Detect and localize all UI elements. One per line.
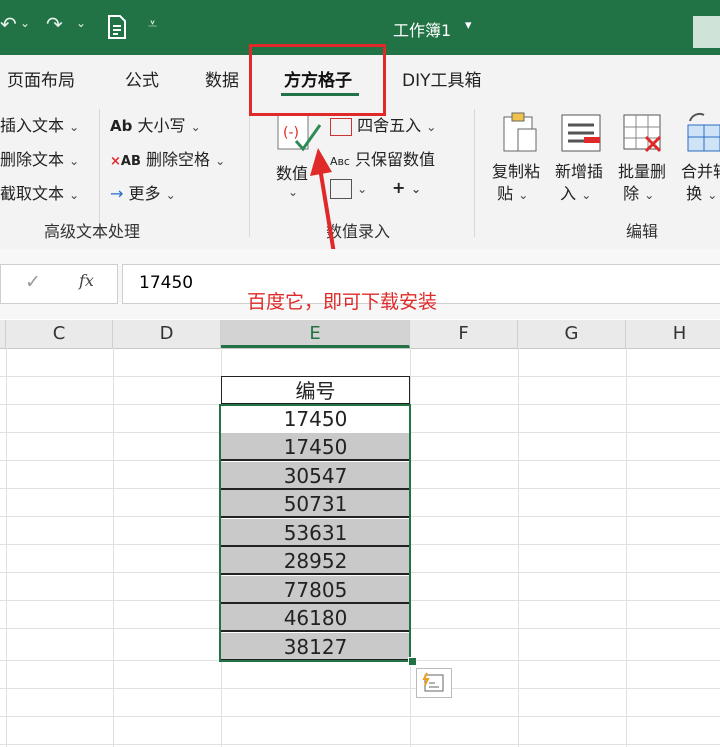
document-icon[interactable] [106, 14, 128, 44]
column-header-h[interactable]: H [626, 320, 720, 348]
batch-delete-button[interactable]: 批量删 除 ⌄ [618, 161, 666, 206]
selection-border [219, 404, 411, 662]
customize-qat-icon[interactable]: ⩡ [148, 14, 157, 34]
numeric-dropdown-icon[interactable]: ⌄ [288, 185, 298, 199]
add-button[interactable]: + ⌄ [392, 178, 421, 197]
column-headers: C D E F G H [0, 320, 720, 349]
formula-value: 17450 [139, 273, 194, 293]
window-title: 工作簿1 [393, 21, 452, 40]
ribbon: 插入文本 ⌄ 删除文本 ⌄ 截取文本 ⌄ Ab 大小写 ⌄ ×AB 删除空格 ⌄… [0, 97, 720, 250]
redo-dropdown-icon[interactable]: ⌄ [76, 16, 86, 30]
clipboard-icon[interactable] [500, 111, 540, 159]
extract-text-button[interactable]: 截取文本 ⌄ [0, 180, 79, 204]
fx-icon[interactable]: fx [79, 271, 94, 290]
check-icon[interactable]: ✓ [25, 271, 41, 293]
arrow-right-icon: → [110, 184, 124, 203]
more-button[interactable]: → 更多 ⌄ [110, 180, 176, 204]
delete-text-button[interactable]: 删除文本 ⌄ [0, 146, 79, 170]
undo-dropdown-icon[interactable]: ⌄ [20, 16, 30, 30]
ribbon-separator [474, 109, 475, 237]
tab-diy-toolbox[interactable]: DIY工具箱 [402, 66, 482, 91]
formula-buttons: ✓ fx [0, 264, 118, 304]
quick-analysis-icon [422, 672, 444, 692]
table-header-cell[interactable]: 编号 [221, 376, 410, 404]
svg-text:(-): (-) [283, 125, 299, 141]
group-label-edit: 编辑 [626, 222, 659, 241]
column-header-g[interactable]: G [518, 320, 626, 348]
tab-formulas[interactable]: 公式 [125, 66, 159, 91]
tab-data[interactable]: 数据 [205, 66, 239, 91]
undo-icon[interactable]: ↶ [0, 12, 17, 36]
change-case-button[interactable]: Ab 大小写 ⌄ [110, 112, 201, 136]
copy-paste-button[interactable]: 复制粘 贴 ⌄ [492, 161, 540, 206]
column-header-d[interactable]: D [113, 320, 221, 348]
batch-delete-icon[interactable] [622, 111, 666, 159]
merge-convert-button[interactable]: 合并转 换 ⌄ [681, 161, 720, 206]
insert-text-button[interactable]: 插入文本 ⌄ [0, 112, 79, 136]
redo-icon[interactable]: ↷ [46, 12, 63, 36]
annotation-text: 百度它，即可下载安装 [247, 291, 438, 313]
account-avatar[interactable] [693, 16, 720, 48]
insert-rows-icon[interactable] [560, 111, 604, 159]
group-label-text-processing: 高级文本处理 [44, 222, 141, 241]
ribbon-separator [249, 109, 250, 237]
remove-spaces-icon: ×AB [110, 154, 141, 169]
case-icon: Ab [110, 117, 133, 135]
quick-analysis-button[interactable] [416, 668, 452, 698]
highlight-box [249, 44, 386, 116]
round-icon [330, 117, 352, 136]
fill-handle[interactable] [408, 657, 417, 666]
column-header-c[interactable]: C [6, 320, 113, 348]
title-chevron-icon[interactable]: ▾ [465, 18, 472, 33]
merge-convert-icon[interactable] [684, 111, 720, 159]
column-header-f[interactable]: F [410, 320, 518, 348]
column-header-e[interactable]: E [221, 320, 410, 348]
new-insert-button[interactable]: 新增插 入 ⌄ [555, 161, 603, 206]
tab-page-layout[interactable]: 页面布局 [7, 66, 75, 91]
remove-spaces-button[interactable]: ×AB 删除空格 ⌄ [110, 146, 225, 170]
